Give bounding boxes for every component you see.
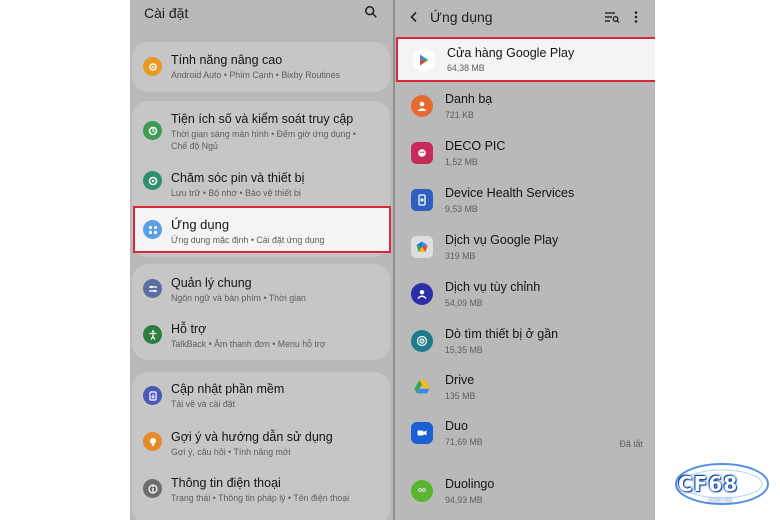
settings-item-subtitle: TalkBack • Âm thanh đơn • Menu hỗ trợ [171,339,326,349]
cf68-watermark-logo: CF68 GAME BÀI [672,454,772,514]
settings-item-title: Chăm sóc pin và thiết bị [171,171,305,185]
app-size: 94,93 MB [445,495,483,505]
app-name: Drive [445,373,475,387]
settings-item-subtitle: Thời gian sáng màn hình • Đếm giờ ứng dụ… [171,129,356,139]
apps-icon [143,220,162,239]
filter-sort-icon[interactable] [603,8,621,26]
app-size: 54,09 MB [445,298,483,308]
device-health-icon [411,189,433,211]
app-name: Duolingo [445,477,495,491]
accessibility-icon [143,325,162,344]
settings-item-accessibility[interactable]: Hỗ trợ TalkBack • Âm thanh đơn • Menu hỗ… [132,310,390,358]
settings-item-title: Hỗ trợ [171,322,207,336]
back-arrow-icon[interactable] [405,8,423,26]
app-item-contacts[interactable]: Danh bạ 721 KB [395,87,655,133]
settings-title: Cài đặt [144,5,189,21]
google-drive-icon [411,376,433,398]
app-size: 15,35 MB [445,345,483,355]
duolingo-icon [411,480,433,502]
settings-group-general: Quản lý chung Ngôn ngữ và bàn phím • Thờ… [132,264,390,360]
apps-top-bar: Ứng dụng [395,0,655,34]
apps-screen: Ứng dụng Cửa hàng Google Play 64,38 MB D… [395,0,655,520]
duo-icon [411,422,433,444]
settings-item-title: Cập nhật phần mềm [171,382,285,396]
settings-screen: Cài đặt Tính năng nâng cao Android Auto … [130,0,393,520]
app-size: 9,53 MB [445,204,478,214]
settings-item-title: Tiện ích số và kiểm soát truy cập [171,112,354,126]
nearby-device-scanning-icon [411,330,433,352]
tips-icon [143,432,162,451]
customization-service-icon [411,283,433,305]
settings-item-title: Ứng dụng [171,217,230,232]
app-item-device-health[interactable]: Device Health Services 9,53 MB [395,181,655,227]
contacts-icon [411,95,433,117]
settings-item-subtitle: Tải về và cài đặt [171,399,236,409]
app-name: Device Health Services [445,186,575,200]
settings-item-apps[interactable]: Ứng dụng Ứng dụng mặc định • Cài đặt ứng… [133,206,391,253]
about-phone-icon [143,479,162,498]
app-name: DECO PIC [445,139,506,153]
settings-item-subtitle: Gợi ý, câu hỏi • Tính năng mới [171,447,291,457]
app-item-deco-pic[interactable]: DECO PIC 1,52 MB [395,134,655,180]
general-management-icon [143,279,162,298]
app-name: Dịch vụ tùy chỉnh [445,280,541,294]
settings-item-software-update[interactable]: Cập nhật phần mềm Tải về và cài đặt [132,372,390,420]
settings-item-subtitle: Android Auto • Phím Cạnh • Bixby Routine… [171,70,340,80]
apps-title: Ứng dụng [430,9,493,25]
app-item-google-play-services[interactable]: Dịch vụ Google Play 319 MB [395,228,655,274]
app-size: 64,38 MB [447,63,485,73]
app-size: 721 KB [445,110,474,120]
app-name: Dò tìm thiết bị ở gần [445,327,559,341]
settings-item-title: Tính năng nâng cao [171,53,283,67]
app-size: 319 MB [445,251,476,261]
software-update-icon [143,386,162,405]
app-item-google-drive[interactable]: Drive 135 MB [395,368,655,414]
google-play-services-icon [411,236,433,258]
app-item-nearby-device-scanning[interactable]: Dò tìm thiết bị ở gần 15,35 MB [395,322,655,368]
watermark-subtext: GAME BÀI [708,498,733,504]
app-disabled-status: Đã tắt [619,439,643,449]
settings-item-subtitle-line2: Chế độ Ngủ [171,141,218,151]
app-name: Danh bạ [445,92,493,106]
settings-item-subtitle: Ngôn ngữ và bàn phím • Thời gian [171,293,306,303]
settings-item-subtitle: Trạng thái • Thông tin pháp lý • Tên điệ… [171,493,350,503]
deco-pic-icon [411,142,433,164]
device-care-icon [143,171,162,190]
more-options-icon[interactable] [627,8,645,26]
settings-item-tips[interactable]: Gợi ý và hướng dẫn sử dụng Gợi ý, câu hỏ… [132,420,390,466]
settings-group-about: Cập nhật phần mềm Tải về và cài đặt Gợi … [132,372,390,520]
app-name: Dịch vụ Google Play [445,233,559,247]
settings-item-subtitle: Lưu trữ • Bộ nhớ • Bảo vệ thiết bị [171,188,301,198]
app-name: Cửa hàng Google Play [447,46,575,60]
app-item-duolingo[interactable]: Duolingo 94,93 MB [395,472,655,518]
settings-top-bar: Cài đặt [130,0,393,34]
app-item-customization-service[interactable]: Dịch vụ tùy chỉnh 54,09 MB [395,275,655,321]
app-name: Duo [445,419,468,433]
settings-item-about-phone[interactable]: Thông tin điện thoại Trạng thái • Thông … [132,466,390,512]
digital-wellbeing-icon [143,121,162,140]
watermark-text: CF68 [678,472,739,496]
settings-item-title: Thông tin điện thoại [171,476,281,490]
settings-item-advanced-features[interactable]: Tính năng nâng cao Android Auto • Phím C… [132,42,390,92]
settings-item-subtitle: Ứng dụng mặc định • Cài đặt ứng dụng [171,235,325,245]
app-size: 1,52 MB [445,157,478,167]
settings-group-advanced: Tính năng nâng cao Android Auto • Phím C… [132,42,390,92]
settings-item-digital-wellbeing[interactable]: Tiện ích số và kiểm soát truy cập Thời g… [132,101,390,159]
app-size: 71,69 MB [445,437,483,447]
app-item-duo[interactable]: Duo 71,69 MB Đã tắt [395,414,655,460]
settings-item-title: Quản lý chung [171,276,252,290]
settings-item-device-care[interactable]: Chăm sóc pin và thiết bị Lưu trữ • Bộ nh… [132,159,390,201]
google-play-store-icon [413,49,435,71]
settings-item-general-management[interactable]: Quản lý chung Ngôn ngữ và bàn phím • Thờ… [132,264,390,310]
settings-item-title: Gợi ý và hướng dẫn sử dụng [171,430,333,444]
search-icon[interactable] [362,3,380,21]
app-item-google-play-store[interactable]: Cửa hàng Google Play 64,38 MB [396,37,655,82]
app-size: 135 MB [445,391,476,401]
advanced-features-icon [143,57,162,76]
